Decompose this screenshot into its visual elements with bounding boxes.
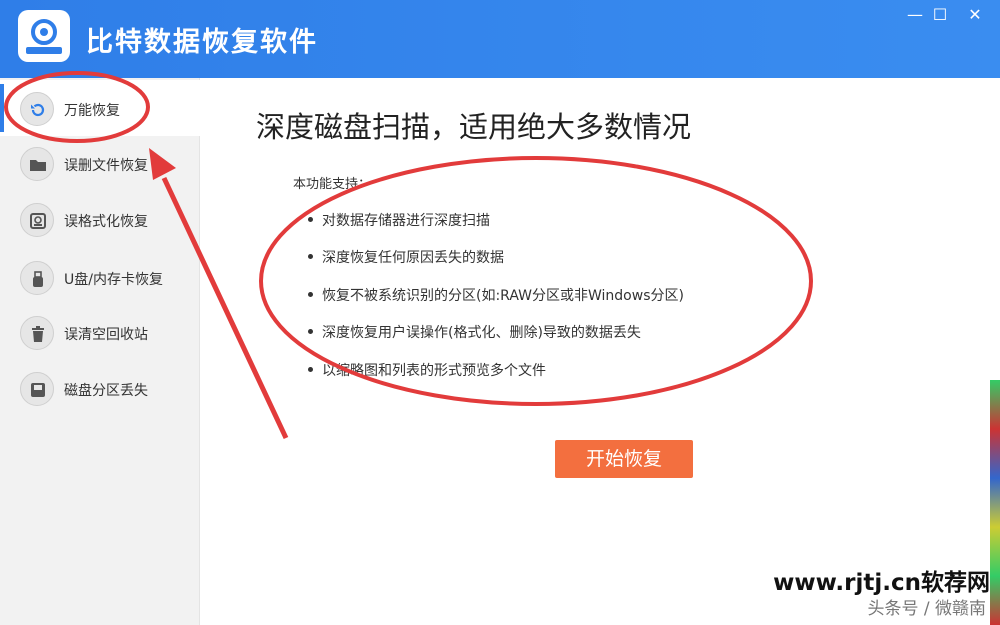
sidebar-item-partition-loss[interactable]: 磁盘分区丢失 [0, 360, 200, 416]
feature-text: 深度恢复任何原因丢失的数据 [322, 250, 504, 266]
sidebar-item-label: U盘/内存卡恢复 [64, 272, 163, 288]
sidebar-item-universal-recovery[interactable]: 万能恢复 [0, 80, 200, 136]
usb-icon [20, 261, 54, 295]
app-logo [18, 10, 70, 62]
bullet-icon [308, 366, 313, 372]
trash-icon [20, 316, 54, 350]
feature-text: 对数据存储器进行深度扫描 [322, 213, 490, 229]
sidebar-item-label: 万能恢复 [64, 103, 120, 119]
active-indicator [0, 84, 4, 132]
bullet-icon [308, 253, 313, 259]
close-button[interactable]: ✕ [960, 4, 990, 26]
feature-text: 恢复不被系统识别的分区(如:RAW分区或非Windows分区) [322, 288, 684, 304]
drive-icon [20, 372, 54, 406]
feature-item: 对数据存储器进行深度扫描 [308, 210, 490, 230]
start-recovery-button[interactable]: 开始恢复 [555, 440, 693, 478]
bullet-icon [308, 216, 313, 222]
undo-icon [20, 92, 54, 126]
feature-text: 深度恢复用户误操作(格式化、删除)导致的数据丢失 [322, 325, 641, 341]
maximize-button[interactable]: ☐ [925, 4, 955, 26]
sidebar-item-label: 磁盘分区丢失 [64, 383, 148, 399]
title-bar: 比特数据恢复软件 — ☐ ✕ [0, 0, 1000, 78]
sidebar-item-recycle-bin[interactable]: 误清空回收站 [0, 304, 200, 360]
sidebar-item-usb-card[interactable]: U盘/内存卡恢复 [0, 249, 200, 305]
feature-item: 深度恢复用户误操作(格式化、删除)导致的数据丢失 [308, 322, 641, 342]
feature-item: 深度恢复任何原因丢失的数据 [308, 247, 504, 267]
feature-text: 以缩略图和列表的形式预览多个文件 [322, 363, 546, 379]
folder-icon [20, 147, 54, 181]
disk-icon [20, 203, 54, 237]
app-title: 比特数据恢复软件 [86, 27, 318, 58]
sidebar-item-format-recovery[interactable]: 误格式化恢复 [0, 191, 200, 247]
watermark-url: www.rjtj.cn软荐网 [773, 570, 990, 596]
bullet-icon [308, 328, 313, 334]
sidebar-item-label: 误清空回收站 [64, 327, 148, 343]
watermark-source: 头条号 / 微赣南 [867, 599, 986, 619]
feature-item: 以缩略图和列表的形式预览多个文件 [308, 360, 546, 380]
bullet-icon [308, 291, 313, 297]
feature-item: 恢复不被系统识别的分区(如:RAW分区或非Windows分区) [308, 285, 684, 305]
features-intro: 本功能支持： [293, 177, 372, 192]
sidebar-item-label: 误删文件恢复 [64, 158, 148, 174]
sidebar: 万能恢复 误删文件恢复 误格式化恢复 U盘/内存卡恢复 误清空回收站 磁盘分区丢… [0, 78, 200, 625]
sidebar-item-deleted-files[interactable]: 误删文件恢复 [0, 135, 200, 191]
side-strip [990, 380, 1000, 625]
page-title: 深度磁盘扫描，适用绝大多数情况 [256, 110, 692, 144]
sidebar-item-label: 误格式化恢复 [64, 214, 148, 230]
